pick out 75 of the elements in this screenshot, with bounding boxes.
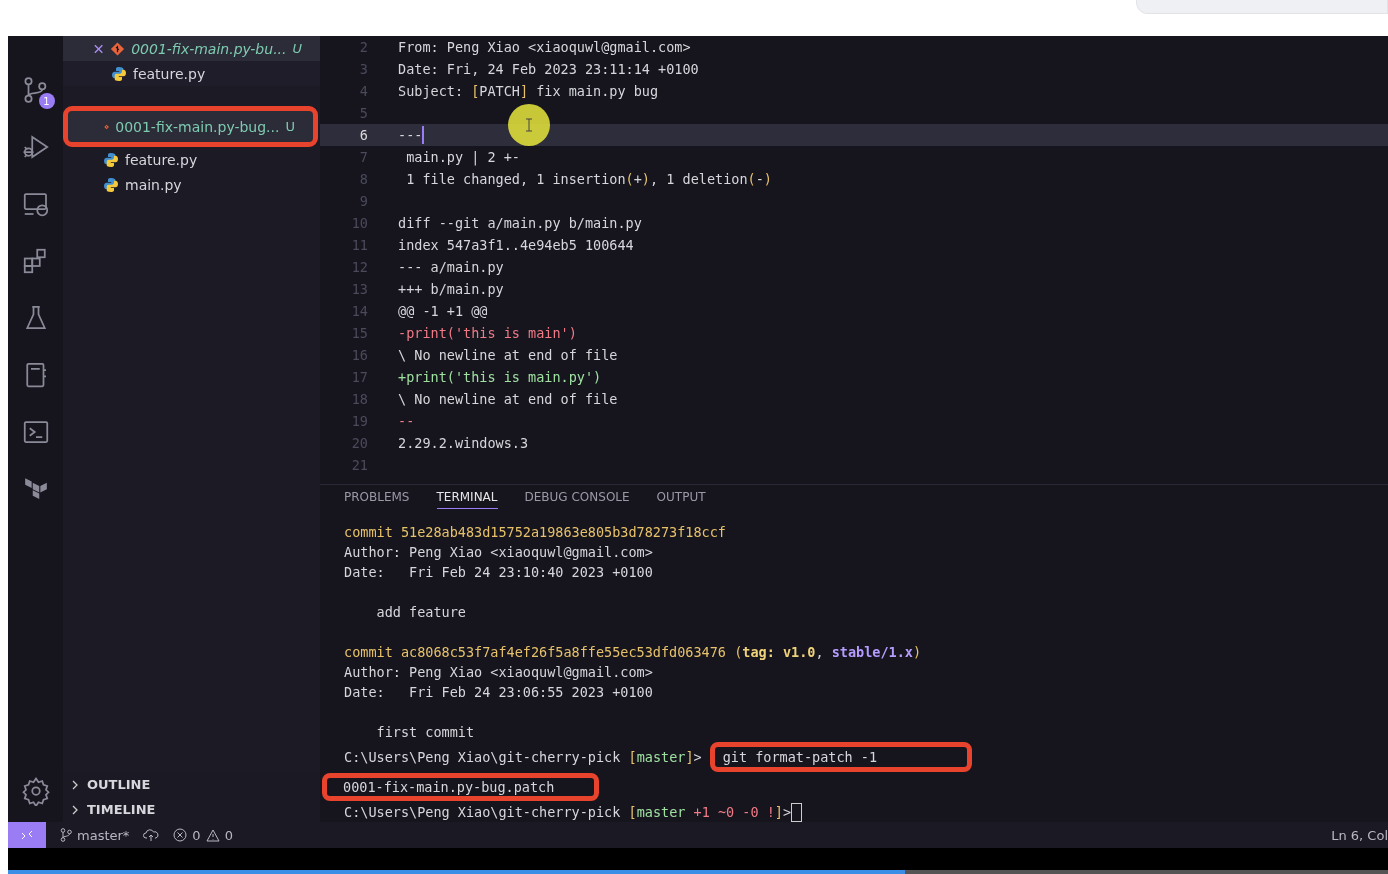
- terminal-line: first commit: [375, 724, 475, 740]
- cloud-upload-icon[interactable]: [143, 828, 160, 842]
- problems-indicator[interactable]: 0 0: [173, 827, 233, 843]
- code-line: index 547a3f1..4e94eb5 100644: [398, 237, 634, 253]
- line-number: 7: [358, 149, 369, 165]
- python-file-icon: [103, 176, 119, 193]
- close-icon[interactable]: [93, 42, 105, 55]
- line-number: 4: [358, 83, 369, 99]
- line-number: 18: [350, 391, 369, 407]
- code-line: main.py | 2 +-: [405, 149, 520, 165]
- warning-icon: [205, 828, 220, 842]
- terminal-line: C:\Users\Peng Xiao\git-cherry-pick [master +1 ~0 -0 !]>: [344, 804, 792, 820]
- terminal-line: add feature: [375, 604, 466, 620]
- code-line: 2.29.2.windows.3: [398, 435, 529, 451]
- terminal-line: Author: Peng Xiao <xiaoquwl@gmail.com>: [344, 544, 653, 560]
- python-file-icon: [103, 151, 119, 168]
- open-editor-item[interactable]: 0001-fix-main.py-bu... U: [63, 36, 320, 61]
- line-number: 15: [350, 325, 369, 341]
- code-line: ---: [398, 126, 425, 144]
- code-line: +print('this is main.py'): [398, 369, 602, 385]
- code-line: +++ b/main.py: [398, 281, 504, 297]
- code-line: @@ -1 +1 @@: [398, 303, 488, 319]
- highlighted-command: git format-patch -1: [709, 742, 973, 772]
- line-number: 6: [358, 127, 369, 143]
- code-line: diff --git a/main.py b/main.py: [398, 215, 642, 231]
- code-line: --: [398, 413, 415, 429]
- line-number: 14: [350, 303, 369, 319]
- code-line: Date: Fri, 24 Feb 2023 23:11:14 +0100: [398, 61, 699, 77]
- terminal-line: Author: Peng Xiao <xiaoquwl@gmail.com>: [344, 664, 653, 680]
- section-header[interactable]: TIMELINE: [63, 797, 320, 822]
- line-number: 20: [350, 435, 369, 451]
- file-item[interactable]: 0001-fix-main.py-bug... U: [63, 106, 318, 147]
- terminal-line: Date: Fri Feb 24 23:06:55 2023 +0100: [344, 684, 653, 700]
- line-number: 3: [358, 61, 369, 77]
- remote-icon: [21, 830, 33, 840]
- terminal-line: commit 51e28ab483d15752a19863e805b3d78273f18ccf: [344, 524, 726, 540]
- line-number: 11: [350, 237, 369, 253]
- code-line: 1 file changed, 1 insertion(+), 1 deletion(-): [405, 171, 772, 187]
- notification-badge: 1: [38, 93, 55, 109]
- code-line: Subject: [PATCH] fix main.py bug: [398, 83, 659, 99]
- open-editor-item[interactable]: feature.py: [63, 61, 320, 86]
- line-number: 21: [350, 457, 369, 473]
- panel-tab[interactable]: OUTPUT: [656, 486, 706, 509]
- panel-tab[interactable]: PROBLEMS: [344, 486, 410, 509]
- panel-tab[interactable]: TERMINAL: [436, 486, 498, 509]
- line-number: 16: [350, 347, 369, 363]
- text-cursor-icon: [525, 118, 533, 132]
- file-item[interactable]: feature.py: [63, 147, 320, 172]
- line-number: 2: [358, 39, 369, 55]
- line-number: 13: [350, 281, 369, 297]
- highlighted-terminal-output: 0001-fix-main.py-bug.patch: [322, 773, 600, 801]
- file-item[interactable]: main.py: [63, 172, 320, 197]
- line-number: 5: [358, 105, 369, 121]
- line-number: 17: [350, 369, 369, 385]
- line-number: 19: [350, 413, 369, 429]
- line-number: 8: [358, 171, 369, 187]
- error-icon: [173, 828, 188, 842]
- settings-icon[interactable]: [20, 776, 51, 806]
- code-line: From: Peng Xiao <xiaoquwl@gmail.com>: [398, 39, 691, 55]
- terminal-line: C:\Users\Peng Xiao\git-cherry-pick [master]>: [344, 749, 702, 765]
- branch-icon: [60, 828, 72, 842]
- code-line: \ No newline at end of file: [398, 391, 618, 407]
- terminal-line: commit ac8068c53f7af4ef26f5a8ffe55ec53dfd063476 (tag: v1.0, stable/1.x): [344, 644, 922, 660]
- branch-indicator[interactable]: master*: [60, 827, 130, 843]
- python-file-icon: [111, 65, 127, 82]
- section-header[interactable]: OUTLINE: [63, 772, 320, 797]
- line-number: 12: [350, 259, 369, 275]
- line-number: 9: [358, 193, 369, 209]
- line-number: 10: [350, 215, 369, 231]
- panel-tab[interactable]: DEBUG CONSOLE: [524, 486, 630, 509]
- code-line: -print('this is main'): [398, 325, 577, 341]
- code-line: \ No newline at end of file: [398, 347, 618, 363]
- terminal-line: Date: Fri Feb 24 23:10:40 2023 +0100: [344, 564, 653, 580]
- code-line: --- a/main.py: [398, 259, 504, 275]
- cursor-position[interactable]: Ln 6, Col: [1331, 827, 1388, 843]
